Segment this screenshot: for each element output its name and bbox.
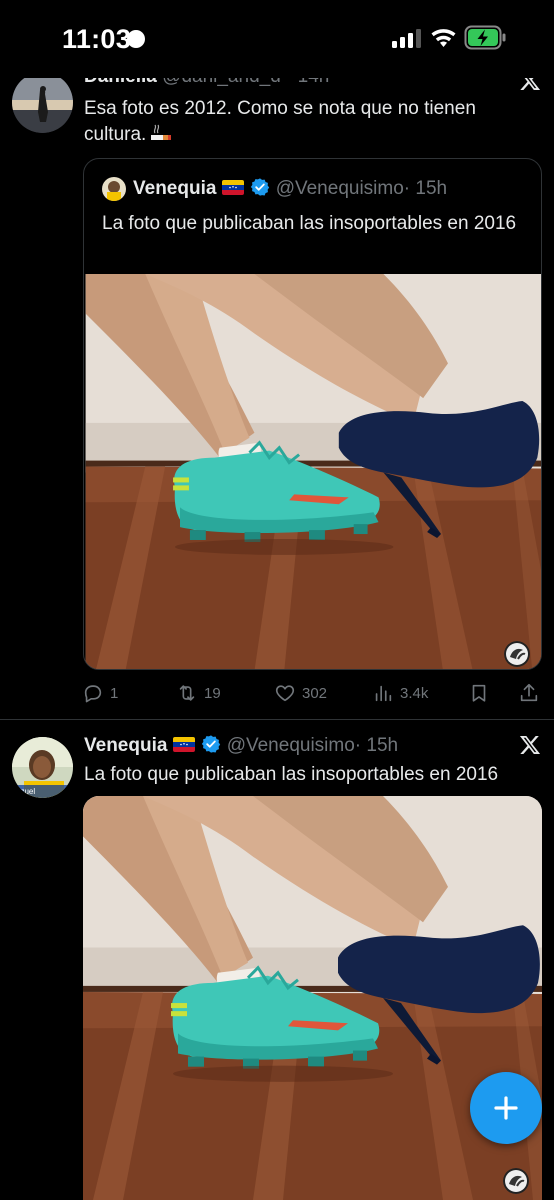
handle[interactable]: @Venequisimo	[227, 735, 355, 756]
tweet-text: La foto que publicaban las insoportables…	[84, 764, 499, 785]
tweet-photo[interactable]	[83, 796, 542, 1200]
tweet-text: Esa foto es 2012. Como se nota que no ti…	[84, 96, 524, 148]
repost-icon	[179, 685, 195, 701]
verified-badge-icon	[201, 734, 221, 754]
avatar[interactable]	[12, 72, 73, 133]
avatar[interactable]: ezuel	[12, 737, 73, 798]
quote-handle[interactable]: @Venequisimo	[276, 178, 404, 199]
cigarette-icon	[151, 124, 172, 140]
heart-icon	[275, 685, 295, 702]
reply-count: 1	[110, 684, 119, 702]
share-icon	[520, 683, 538, 702]
like-button[interactable]: 302	[274, 680, 327, 706]
views-button[interactable]: 3.4k	[372, 680, 428, 706]
like-count: 302	[302, 684, 328, 702]
verified-badge-icon	[250, 177, 270, 197]
quote-header: Venequia @Venequisimo· 15h	[133, 177, 447, 200]
quote-display-name[interactable]: Venequia	[133, 178, 216, 199]
venezuela-flag-icon	[222, 180, 244, 195]
plus-icon	[494, 1096, 518, 1120]
watermark-avatar-icon	[504, 641, 530, 667]
quote-text: La foto que publicaban las insoportables…	[102, 213, 517, 234]
timestamp[interactable]: · 15h	[355, 735, 398, 756]
quote-avatar[interactable]	[102, 177, 126, 201]
repost-button[interactable]: 19	[176, 680, 221, 706]
tweet-actions: 1 19 302 3.4k	[82, 680, 542, 706]
compose-button[interactable]	[470, 1072, 542, 1144]
bookmark-icon	[472, 684, 486, 702]
avatar-caption: ezuel	[16, 787, 35, 796]
cellular-signal-icon	[392, 29, 421, 48]
views-icon	[375, 685, 392, 702]
repost-count: 19	[204, 684, 221, 702]
quote-photo[interactable]	[84, 274, 542, 670]
display-name[interactable]: Venequia	[84, 735, 167, 756]
divider	[0, 719, 554, 720]
clock: 11:03	[62, 24, 132, 54]
tweet-text-content: Esa foto es 2012. Como se nota que no ti…	[84, 98, 476, 145]
share-button[interactable]	[518, 680, 540, 706]
reply-button[interactable]: 1	[82, 680, 118, 706]
quoted-tweet[interactable]: Venequia @Venequisimo· 15h La foto que p…	[83, 158, 542, 670]
watermark-avatar-icon	[503, 1168, 529, 1194]
wifi-icon	[431, 29, 456, 47]
status-bar: 11:03	[0, 0, 554, 78]
timeline[interactable]: Daniella @dani_and_d · 14h Esa foto es 2…	[0, 0, 554, 1200]
tweet-header: Venequia @Venequisimo· 15h	[84, 734, 398, 757]
reply-icon	[84, 685, 102, 703]
battery-charging-icon	[464, 25, 506, 50]
views-count: 3.4k	[400, 684, 429, 702]
recording-dot-icon	[127, 30, 145, 48]
quote-timestamp[interactable]: · 15h	[404, 178, 447, 199]
venezuela-flag-icon	[173, 737, 195, 752]
bookmark-button[interactable]	[468, 680, 490, 706]
x-logo-icon	[519, 734, 541, 756]
